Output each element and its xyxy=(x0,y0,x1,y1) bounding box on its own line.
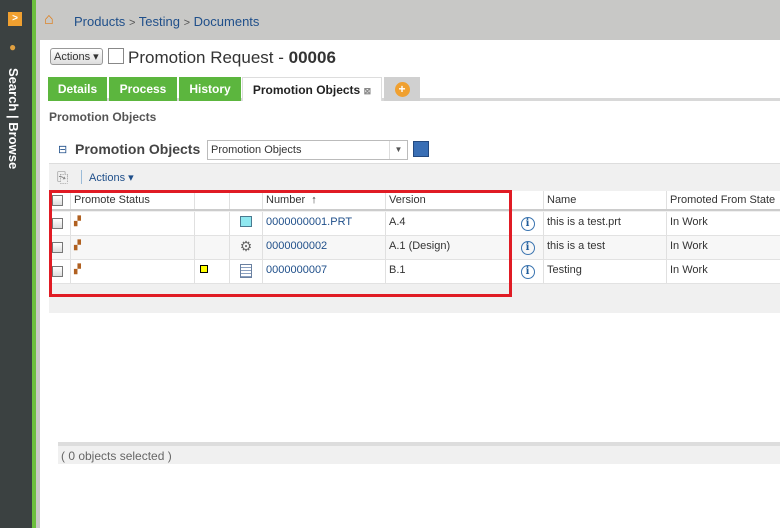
info-icon[interactable]: i xyxy=(512,260,544,283)
home-icon[interactable]: ⌂ xyxy=(44,11,54,29)
table-actions-label: Actions xyxy=(89,172,126,184)
copy-icon[interactable]: ⎘ xyxy=(57,169,68,186)
view-select-value: Promotion Objects xyxy=(211,144,302,156)
name-cell: this is a test.prt xyxy=(544,212,667,235)
tab-details[interactable]: Details xyxy=(48,77,107,101)
actions-label: Actions xyxy=(54,51,91,63)
title-prefix: Promotion Request - xyxy=(128,48,289,67)
table-toolbar: ⎘ Actions ▾ xyxy=(49,163,780,191)
breadcrumb-documents[interactable]: Documents xyxy=(194,14,260,29)
sidebar: > ● Search | Browse xyxy=(0,0,36,528)
col-name[interactable]: Name xyxy=(544,191,667,209)
search-browse-tab[interactable]: Search | Browse xyxy=(6,68,21,169)
breadcrumb: Products > Testing > Documents xyxy=(74,14,260,29)
add-tab-button[interactable]: + xyxy=(384,77,420,101)
actions-button[interactable]: Actions ▾ xyxy=(50,48,103,65)
tab-bar: Details Process History Promotion Object… xyxy=(48,77,780,101)
title-number: 00006 xyxy=(288,48,336,67)
highlight-box xyxy=(49,190,512,297)
expand-icon[interactable]: > xyxy=(8,12,22,26)
state-cell: In Work xyxy=(667,260,780,283)
name-cell: this is a test xyxy=(544,236,667,259)
table-actions-menu[interactable]: Actions ▾ xyxy=(89,171,134,184)
plus-icon: + xyxy=(394,82,410,97)
collapse-icon[interactable]: ⊟ xyxy=(58,143,67,156)
breadcrumb-testing[interactable]: Testing xyxy=(139,14,180,29)
breadcrumb-products[interactable]: Products xyxy=(74,14,125,29)
info-icon[interactable]: i xyxy=(512,212,544,235)
tab-history[interactable]: History xyxy=(179,77,241,101)
col-promoted-from-state[interactable]: Promoted From State xyxy=(667,191,780,209)
state-cell: In Work xyxy=(667,212,780,235)
tab-promotion-objects[interactable]: Promotion Objects ⊠ xyxy=(242,77,382,101)
divider xyxy=(81,170,82,184)
promotion-request-icon xyxy=(108,48,124,64)
close-tab-icon[interactable]: ⊠ xyxy=(364,86,372,96)
col-info xyxy=(512,191,544,209)
main-panel: Actions ▾ Promotion Request - 00006 Deta… xyxy=(40,40,780,528)
tab-label: Promotion Objects xyxy=(252,83,361,97)
view-select[interactable]: Promotion Objects ▼ xyxy=(207,140,408,160)
save-icon[interactable] xyxy=(413,141,429,157)
selection-status: ( 0 objects selected ) xyxy=(58,442,780,464)
state-cell: In Work xyxy=(667,236,780,259)
page-title: Promotion Request - 00006 xyxy=(128,48,336,68)
panel-title: Promotion Objects xyxy=(75,141,201,157)
info-icon[interactable]: i xyxy=(512,236,544,259)
section-title: Promotion Objects xyxy=(49,110,157,124)
pin-icon[interactable]: ● xyxy=(9,40,16,54)
name-cell: Testing xyxy=(544,260,667,283)
header-bar: ⌂ Products > Testing > Documents xyxy=(36,0,780,40)
chevron-down-icon: ▼ xyxy=(389,141,407,159)
tab-process[interactable]: Process xyxy=(109,77,177,101)
